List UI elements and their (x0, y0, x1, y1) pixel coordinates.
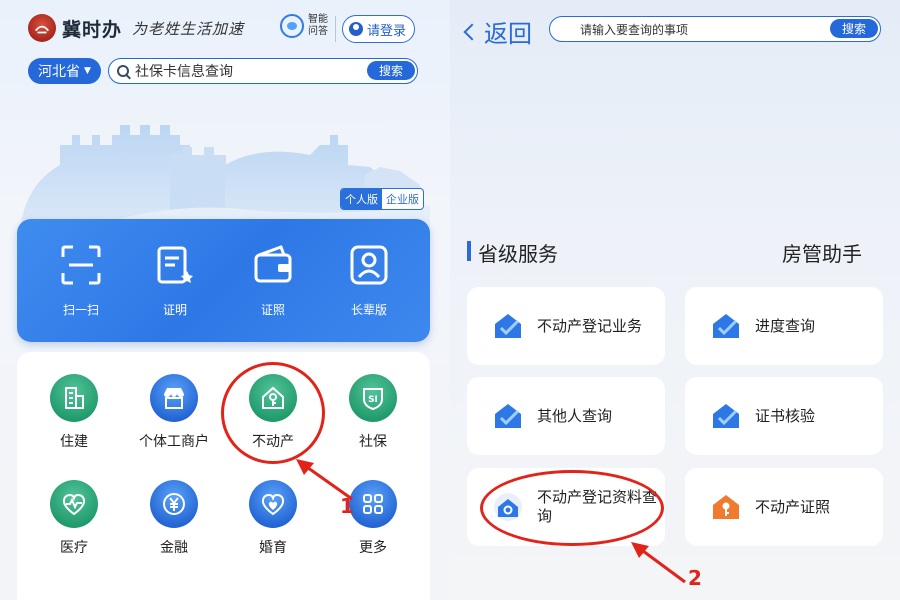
service-medical[interactable]: 医疗 (29, 480, 119, 557)
tile-progress-query[interactable]: 进度查询 (685, 287, 883, 365)
tile-property-license[interactable]: 不动产证照 (685, 468, 883, 546)
building-icon (65, 387, 84, 409)
svg-text:SI: SI (368, 395, 378, 405)
search-button-right[interactable]: 搜索 (829, 19, 878, 38)
tile-registration-business[interactable]: 不动产登记业务 (467, 287, 665, 365)
elder-mode-label: 长辈版 (350, 303, 387, 317)
certificate-button[interactable]: 证明 (135, 243, 215, 318)
tile-label: 不动产登记业务 (537, 316, 643, 335)
brand-name: 冀时办 (62, 18, 123, 41)
tile-label: 进度查询 (755, 316, 816, 335)
certificate-label: 证明 (162, 303, 187, 317)
back-label: 返回 (484, 20, 532, 48)
search-bar[interactable]: 社保卡信息查询 搜索 (108, 58, 418, 84)
housing-assistant-tab[interactable]: 房管助手 (782, 238, 862, 267)
section-title: 省级服务 (478, 242, 558, 266)
services-card: 住建 个体工商户 不动产 SI 社保 医疗 金融 婚育 更多 (17, 352, 430, 600)
license-button[interactable]: 证照 (233, 243, 313, 318)
service-business[interactable]: 个体工商户 (129, 374, 219, 451)
scan-button[interactable]: 扫一扫 (41, 243, 121, 318)
tile-certificate-verify[interactable]: 证书核验 (685, 377, 883, 455)
version-toggle[interactable]: 个人版 企业版 (340, 188, 424, 210)
service-finance-label: 金融 (160, 540, 188, 556)
heart-icon (261, 493, 285, 516)
elder-mode-button[interactable]: 长辈版 (329, 243, 409, 318)
annotation-number-1: 1 (340, 494, 354, 518)
wallet-icon (254, 245, 292, 283)
scan-label: 扫一扫 (62, 303, 99, 317)
check-house-icon (713, 404, 739, 428)
app-logo (28, 14, 56, 42)
header-divider (335, 16, 336, 42)
user-icon (349, 22, 363, 36)
ai-label-2: 问答 (308, 26, 328, 37)
check-house-icon (495, 314, 521, 338)
service-housing-label: 住建 (60, 434, 88, 450)
annotation-arrow-2 (631, 542, 686, 584)
quick-actions-card: 扫一扫 证明 证照 长辈版 (17, 219, 430, 342)
check-house-icon (495, 404, 521, 428)
caret-down-icon: ▼ (84, 66, 91, 76)
heart-pulse-icon (62, 493, 86, 516)
search-icon (117, 65, 129, 77)
service-social-security-label: 社保 (359, 434, 387, 450)
annotation-number-2: 2 (688, 566, 702, 590)
search-button[interactable]: 搜索 (366, 61, 415, 80)
service-business-label: 个体工商户 (139, 434, 209, 450)
tile-label: 证书核验 (755, 406, 816, 425)
robot-icon (280, 14, 304, 38)
login-button[interactable]: 请登录 (342, 15, 416, 43)
tile-label: 其他人查询 (537, 406, 613, 425)
tile-others-query[interactable]: 其他人查询 (467, 377, 665, 455)
service-social-security[interactable]: SI 社保 (328, 374, 418, 451)
scan-icon (61, 245, 101, 285)
house-key-icon (713, 495, 739, 519)
highlight-circle-2 (480, 470, 664, 546)
check-house-icon (713, 314, 739, 338)
service-finance[interactable]: 金融 (129, 480, 219, 557)
highlight-circle-1 (221, 362, 325, 464)
chevron-left-icon (463, 23, 481, 40)
shop-icon (164, 388, 184, 409)
great-wall-illustration (20, 125, 430, 230)
tile-label: 不动产证照 (755, 497, 831, 516)
back-button[interactable]: 返回 (463, 14, 532, 49)
section-accent (467, 241, 471, 261)
service-more-label: 更多 (359, 540, 387, 556)
login-label: 请登录 (367, 23, 407, 39)
yuan-icon (163, 493, 185, 515)
left-screen: 冀时办 为老姓生活加速 智能 问答 请登录 河北省 ▼ 社保卡信息查询 搜索 个… (0, 0, 450, 600)
ai-label-1: 智能 (308, 14, 328, 25)
search-input-right[interactable]: 请输入要查询的事项 (580, 21, 688, 38)
ai-assistant-button[interactable]: 智能 问答 (280, 14, 330, 38)
brand-slogan: 为老姓生活加速 (132, 19, 245, 38)
search-bar-right[interactable]: 请输入要查询的事项 搜索 (549, 16, 881, 42)
app-header: 冀时办 为老姓生活加速 (28, 14, 244, 42)
service-medical-label: 医疗 (60, 540, 88, 556)
social-security-icon: SI (363, 388, 383, 411)
grid-icon (363, 494, 383, 514)
license-label: 证照 (260, 303, 285, 317)
province-selector[interactable]: 河北省 ▼ (28, 58, 101, 84)
service-housing[interactable]: 住建 (29, 374, 119, 451)
personal-version-tab[interactable]: 个人版 (341, 189, 382, 209)
service-marriage-label: 婚育 (259, 540, 287, 556)
business-version-tab[interactable]: 企业版 (382, 189, 423, 209)
province-label: 河北省 (38, 64, 80, 80)
elder-icon (350, 245, 388, 285)
certificate-icon (157, 246, 193, 284)
